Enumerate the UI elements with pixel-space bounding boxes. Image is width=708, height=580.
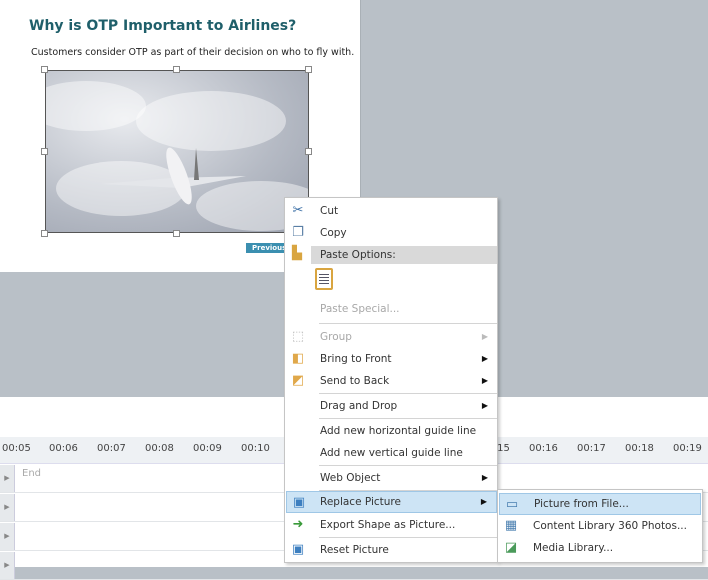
menu-label: Picture from File... <box>534 498 629 510</box>
menu-separator <box>319 393 497 394</box>
submenu-arrow-icon: ▶ <box>480 497 487 506</box>
resize-handle[interactable] <box>41 66 48 73</box>
paste-options-header: Paste Options: <box>311 246 497 264</box>
expand-row-button[interactable]: ▶ <box>0 494 15 521</box>
menu-item-bring-to-front[interactable]: ◧ Bring to Front ▶ <box>286 348 497 370</box>
menu-item-reset-picture[interactable]: ▣ Reset Picture <box>286 539 497 561</box>
menu-separator <box>319 465 497 466</box>
airplane-image <box>101 147 246 205</box>
menu-item-replace-picture[interactable]: ▣ Replace Picture ▶ <box>286 491 497 513</box>
ruler-tick: 00:17 <box>577 443 606 454</box>
send-to-back-icon: ◩ <box>291 373 305 388</box>
copy-icon: ❐ <box>292 225 304 240</box>
context-menu: ✂ Cut ❐ Copy ▙ Paste Options: Paste Specia… <box>284 197 498 563</box>
submenu-arrow-icon: ▶ <box>481 376 488 385</box>
paste-icon: ▙ <box>292 246 302 261</box>
ruler-tick: 00:19 <box>673 443 702 454</box>
menu-label: Drag and Drop <box>320 400 398 412</box>
ruler-tick: 00:05 <box>2 443 31 454</box>
menu-item-copy[interactable]: ❐ Copy <box>286 222 497 244</box>
expand-row-button[interactable]: ▶ <box>0 465 15 492</box>
menu-item-send-to-back[interactable]: ◩ Send to Back ▶ <box>286 370 497 392</box>
menu-label: Export Shape as Picture... <box>320 519 456 531</box>
resize-handle[interactable] <box>41 148 48 155</box>
ruler-tick: 00:16 <box>529 443 558 454</box>
menu-label: Content Library 360 Photos... <box>533 520 687 532</box>
resize-handle[interactable] <box>173 230 180 237</box>
submenu-arrow-icon: ▶ <box>481 401 488 410</box>
submenu-arrow-icon: ▶ <box>481 473 488 482</box>
media-library-icon: ◪ <box>504 540 518 555</box>
resize-handle[interactable] <box>173 66 180 73</box>
menu-label: Send to Back <box>320 375 390 387</box>
resize-handle[interactable] <box>305 148 312 155</box>
previous-button[interactable]: Previous <box>246 243 286 253</box>
ruler-tick: 00:10 <box>241 443 270 454</box>
replace-picture-submenu: ▭ Picture from File... ▦ Content Library 3… <box>497 489 703 563</box>
menu-label: Add new horizontal guide line <box>320 425 477 437</box>
menu-item-web-object[interactable]: Web Object ▶ <box>286 467 497 489</box>
submenu-arrow-icon: ▶ <box>481 332 488 341</box>
menu-label: Bring to Front <box>320 353 392 365</box>
menu-item-drag-and-drop[interactable]: Drag and Drop ▶ <box>286 395 497 417</box>
menu-item-group: ⬚ Group ▶ <box>286 326 497 348</box>
menu-label: Replace Picture <box>320 496 401 508</box>
menu-separator <box>319 537 497 538</box>
expand-row-button[interactable]: ▶ <box>0 523 15 550</box>
reset-picture-icon: ▣ <box>291 542 305 557</box>
ruler-tick: 00:06 <box>49 443 78 454</box>
menu-item-add-horizontal-guide[interactable]: Add new horizontal guide line <box>286 420 497 442</box>
ruler-tick: 00:08 <box>145 443 174 454</box>
resize-handle[interactable] <box>305 66 312 73</box>
menu-label: Media Library... <box>533 542 614 554</box>
menu-item-cut[interactable]: ✂ Cut <box>286 200 497 222</box>
menu-label: Add new vertical guide line <box>320 447 463 459</box>
expand-row-button[interactable]: ▶ <box>0 552 15 579</box>
content-library-icon: ▦ <box>504 518 518 533</box>
menu-separator <box>319 323 497 324</box>
menu-item-paste-special: Paste Special... <box>286 298 497 320</box>
ruler-tick: 00:07 <box>97 443 126 454</box>
submenu-arrow-icon: ▶ <box>481 354 488 363</box>
resize-handle[interactable] <box>41 230 48 237</box>
menu-label: Copy <box>320 227 347 239</box>
slide-subtitle: Customers consider OTP as part of their … <box>31 47 355 58</box>
picture-icon: ▭ <box>505 497 519 512</box>
slide-title: Why is OTP Important to Airlines? <box>29 18 297 34</box>
submenu-item-content-library[interactable]: ▦ Content Library 360 Photos... <box>499 515 701 537</box>
scissors-icon: ✂ <box>292 203 304 218</box>
paste-clipboard-icon[interactable] <box>315 268 333 290</box>
replace-picture-icon: ▣ <box>292 495 306 510</box>
submenu-item-media-library[interactable]: ◪ Media Library... <box>499 537 701 559</box>
ruler-tick: 00:09 <box>193 443 222 454</box>
menu-label: Reset Picture <box>320 544 389 556</box>
group-icon: ⬚ <box>291 329 305 344</box>
menu-label: Cut <box>320 205 339 217</box>
end-label: End <box>22 468 42 479</box>
menu-label: Web Object <box>320 472 381 484</box>
menu-item-add-vertical-guide[interactable]: Add new vertical guide line <box>286 442 497 464</box>
submenu-item-picture-from-file[interactable]: ▭ Picture from File... <box>499 493 701 515</box>
menu-label: Group <box>320 331 352 343</box>
menu-item-export-shape[interactable]: ➜ Export Shape as Picture... <box>286 514 497 536</box>
bring-to-front-icon: ◧ <box>291 351 305 366</box>
menu-label: Paste Special... <box>320 303 400 315</box>
airplane-picture[interactable] <box>45 70 309 233</box>
menu-separator <box>319 418 497 419</box>
ruler-tick: 00:18 <box>625 443 654 454</box>
export-icon: ➜ <box>292 517 304 532</box>
